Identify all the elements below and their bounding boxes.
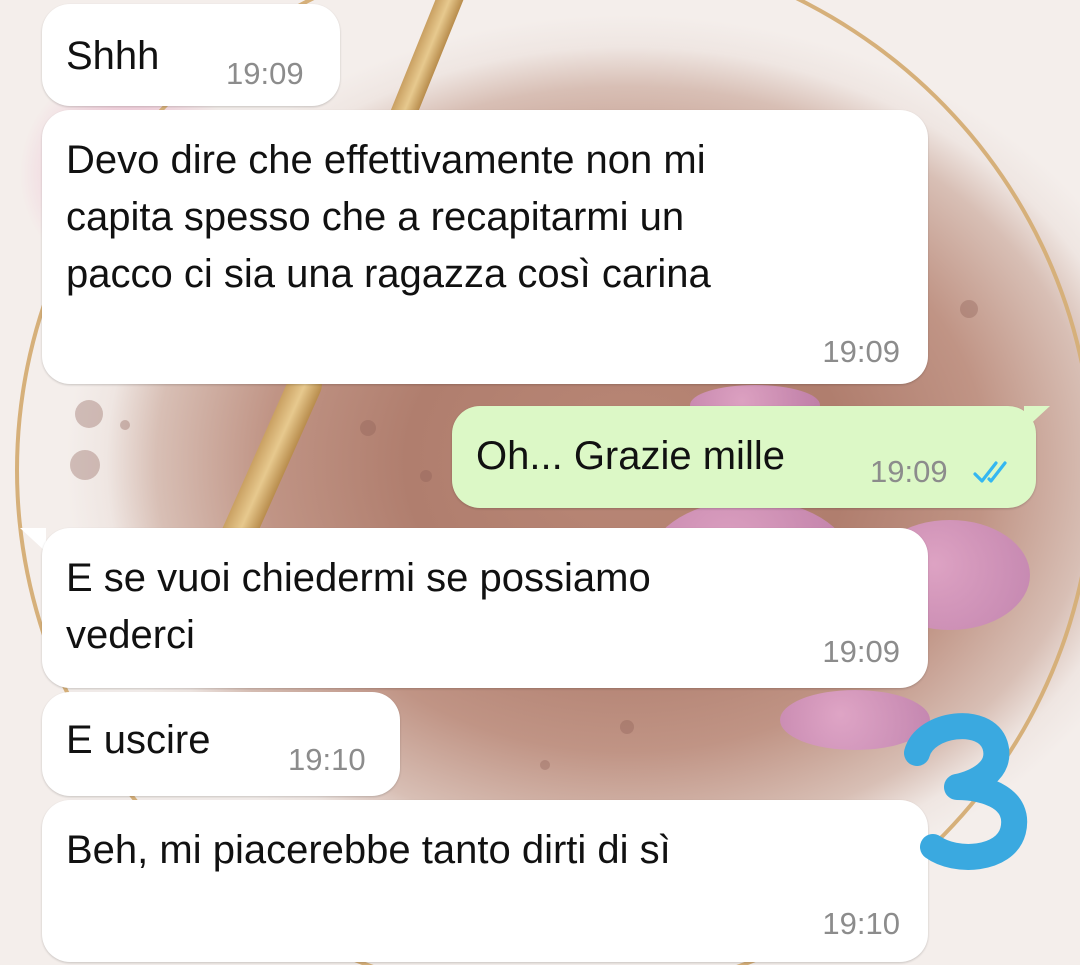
- message-timestamp: 19:09: [226, 56, 304, 91]
- message-bubble[interactable]: E se vuoi chiedermi se possiamo vederci …: [42, 528, 928, 688]
- message-timestamp: 19:09: [822, 334, 900, 369]
- message-text: Devo dire che effettivamente non mi capi…: [66, 138, 711, 296]
- message-timestamp: 19:09: [822, 634, 900, 669]
- message-bubble[interactable]: Shhh 19:09: [42, 4, 340, 106]
- double-check-icon: [973, 461, 1007, 483]
- message-bubble[interactable]: Beh, mi piacerebbe tanto dirti di sì 19:…: [42, 800, 928, 962]
- message-text: E uscire: [66, 718, 211, 762]
- message-bubble[interactable]: Devo dire che effettivamente non mi capi…: [42, 110, 928, 384]
- message-text: Shhh: [66, 34, 160, 78]
- message-timestamp: 19:10: [288, 742, 366, 777]
- message-bubble[interactable]: E uscire 19:10: [42, 692, 400, 796]
- message-timestamp: 19:09: [870, 454, 948, 489]
- handwritten-number-annotation: 3: [904, 713, 1028, 870]
- bubble-tail: [1024, 406, 1050, 430]
- message-text: E se vuoi chiedermi se possiamo vederci: [66, 556, 651, 657]
- message-text: Oh... Grazie mille: [476, 434, 785, 478]
- message-bubble-outgoing[interactable]: Oh... Grazie mille 19:09: [452, 406, 1036, 508]
- message-timestamp: 19:10: [822, 906, 900, 941]
- message-text: Beh, mi piacerebbe tanto dirti di sì: [66, 828, 671, 872]
